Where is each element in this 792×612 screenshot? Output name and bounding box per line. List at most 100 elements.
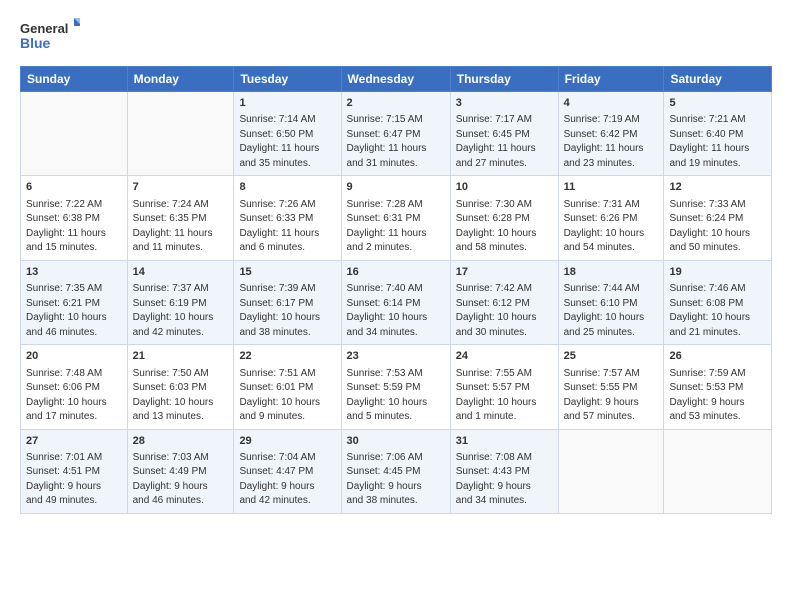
day-info: Sunrise: 7:35 AM Sunset: 6:21 PM Dayligh… (26, 282, 122, 340)
calendar-day-cell: 23Sunrise: 7:53 AM Sunset: 5:59 PM Dayli… (341, 345, 450, 429)
calendar-day-cell: 5Sunrise: 7:21 AM Sunset: 6:40 PM Daylig… (664, 92, 772, 176)
day-info: Sunrise: 7:33 AM Sunset: 6:24 PM Dayligh… (669, 198, 766, 256)
day-number: 22 (239, 349, 335, 364)
day-number: 31 (456, 434, 553, 449)
calendar-day-cell: 20 Sunrise: 7:48 AM Sunset: 6:06 PM Dayli… (21, 345, 128, 429)
day-number: 10 (456, 180, 553, 195)
day-number: 13 (26, 265, 122, 280)
calendar-day-cell (664, 429, 772, 513)
calendar-day-cell: 1 Sunrise: 7:14 AM Sunset: 6:50 PM Daylig… (234, 92, 341, 176)
weekday-header: Friday (558, 67, 664, 92)
day-info: Sunrise: 7:37 AM Sunset: 6:19 PM Dayligh… (133, 282, 229, 340)
day-number: 4 (564, 96, 659, 111)
day-number: 30 (347, 434, 445, 449)
day-info: Sunrise: 7:14 AM Sunset: 6:50 PM Dayligh… (239, 113, 335, 171)
day-info: Sunrise: 7:40 AM Sunset: 6:14 PM Dayligh… (347, 282, 445, 340)
calendar-day-cell: 26 Sunrise: 7:59 AM Sunset: 5:53 PM Dayli… (664, 345, 772, 429)
day-info: Sunrise: 7:30 AM Sunset: 6:28 PM Dayligh… (456, 198, 553, 256)
day-number: 25 (564, 349, 659, 364)
calendar-week-row: 6 Sunrise: 7:22 AM Sunset: 6:38 PM Daylig… (21, 176, 772, 260)
weekday-header: Saturday (664, 67, 772, 92)
calendar-day-cell: 21 Sunrise: 7:50 AM Sunset: 6:03 PM Dayli… (127, 345, 234, 429)
calendar-table: SundayMondayTuesdayWednesdayThursdayFrid… (20, 66, 772, 514)
calendar-day-cell: 7 Sunrise: 7:24 AM Sunset: 6:35 PM Daylig… (127, 176, 234, 260)
day-number: 17 (456, 265, 553, 280)
weekday-header: Thursday (450, 67, 558, 92)
day-info: Sunrise: 7:50 AM Sunset: 6:03 PM Dayligh… (133, 367, 229, 425)
calendar-day-cell: 3Sunrise: 7:17 AM Sunset: 6:45 PM Daylig… (450, 92, 558, 176)
day-number: 1 (239, 96, 335, 111)
day-info: Sunrise: 7:51 AM Sunset: 6:01 PM Dayligh… (239, 367, 335, 425)
day-number: 14 (133, 265, 229, 280)
day-info: Sunrise: 7:46 AM Sunset: 6:08 PM Dayligh… (669, 282, 766, 340)
day-info: Sunrise: 7:04 AM Sunset: 4:47 PM Dayligh… (239, 451, 335, 509)
day-info: Sunrise: 7:39 AM Sunset: 6:17 PM Dayligh… (239, 282, 335, 340)
day-info: Sunrise: 7:22 AM Sunset: 6:38 PM Dayligh… (26, 198, 122, 256)
calendar-day-cell: 22 Sunrise: 7:51 AM Sunset: 6:01 PM Dayli… (234, 345, 341, 429)
day-number: 16 (347, 265, 445, 280)
weekday-header-row: SundayMondayTuesdayWednesdayThursdayFrid… (21, 67, 772, 92)
calendar-day-cell: 29 Sunrise: 7:04 AM Sunset: 4:47 PM Dayli… (234, 429, 341, 513)
day-number: 15 (239, 265, 335, 280)
logo: General Blue (20, 16, 80, 56)
day-info: Sunrise: 7:57 AM Sunset: 5:55 PM Dayligh… (564, 367, 659, 425)
weekday-header: Wednesday (341, 67, 450, 92)
day-number: 29 (239, 434, 335, 449)
day-number: 24 (456, 349, 553, 364)
day-info: Sunrise: 7:31 AM Sunset: 6:26 PM Dayligh… (564, 198, 659, 256)
svg-text:Blue: Blue (20, 35, 51, 51)
calendar-day-cell: 6 Sunrise: 7:22 AM Sunset: 6:38 PM Daylig… (21, 176, 128, 260)
calendar-day-cell: 4 Sunrise: 7:19 AM Sunset: 6:42 PM Daylig… (558, 92, 664, 176)
day-number: 19 (669, 265, 766, 280)
calendar-day-cell: 12 Sunrise: 7:33 AM Sunset: 6:24 PM Dayli… (664, 176, 772, 260)
day-number: 21 (133, 349, 229, 364)
calendar-day-cell: 24 Sunrise: 7:55 AM Sunset: 5:57 PM Dayli… (450, 345, 558, 429)
calendar-day-cell (558, 429, 664, 513)
calendar-day-cell: 27 Sunrise: 7:01 AM Sunset: 4:51 PM Dayli… (21, 429, 128, 513)
calendar-day-cell: 13 Sunrise: 7:35 AM Sunset: 6:21 PM Dayli… (21, 260, 128, 344)
day-number: 7 (133, 180, 229, 195)
day-number: 6 (26, 180, 122, 195)
day-info: Sunrise: 7:55 AM Sunset: 5:57 PM Dayligh… (456, 367, 553, 425)
header: General Blue (20, 16, 772, 56)
day-info: Sunrise: 7:06 AM Sunset: 4:45 PM Dayligh… (347, 451, 445, 509)
weekday-header: Sunday (21, 67, 128, 92)
calendar-day-cell: 16 Sunrise: 7:40 AM Sunset: 6:14 PM Dayli… (341, 260, 450, 344)
page: General Blue SundayMondayTuesdayWednesda… (0, 0, 792, 612)
calendar-week-row: 13 Sunrise: 7:35 AM Sunset: 6:21 PM Dayli… (21, 260, 772, 344)
day-info: Sunrise: 7:28 AM Sunset: 6:31 PM Dayligh… (347, 198, 445, 256)
calendar-week-row: 1 Sunrise: 7:14 AM Sunset: 6:50 PM Daylig… (21, 92, 772, 176)
day-info: Sunrise: 7:03 AM Sunset: 4:49 PM Dayligh… (133, 451, 229, 509)
calendar-day-cell: 18Sunrise: 7:44 AM Sunset: 6:10 PM Dayli… (558, 260, 664, 344)
day-number: 5 (669, 96, 766, 111)
svg-text:General: General (20, 21, 68, 36)
calendar-day-cell: 8 Sunrise: 7:26 AM Sunset: 6:33 PM Daylig… (234, 176, 341, 260)
day-number: 20 (26, 349, 122, 364)
day-number: 12 (669, 180, 766, 195)
day-info: Sunrise: 7:26 AM Sunset: 6:33 PM Dayligh… (239, 198, 335, 256)
day-info: Sunrise: 7:48 AM Sunset: 6:06 PM Dayligh… (26, 367, 122, 425)
day-info: Sunrise: 7:24 AM Sunset: 6:35 PM Dayligh… (133, 198, 229, 256)
day-info: Sunrise: 7:19 AM Sunset: 6:42 PM Dayligh… (564, 113, 659, 171)
day-number: 27 (26, 434, 122, 449)
calendar-week-row: 27 Sunrise: 7:01 AM Sunset: 4:51 PM Dayli… (21, 429, 772, 513)
day-number: 9 (347, 180, 445, 195)
day-number: 11 (564, 180, 659, 195)
weekday-header: Tuesday (234, 67, 341, 92)
calendar-day-cell: 19 Sunrise: 7:46 AM Sunset: 6:08 PM Dayli… (664, 260, 772, 344)
day-info: Sunrise: 7:01 AM Sunset: 4:51 PM Dayligh… (26, 451, 122, 509)
day-info: Sunrise: 7:17 AM Sunset: 6:45 PM Dayligh… (456, 113, 553, 171)
calendar-day-cell: 11 Sunrise: 7:31 AM Sunset: 6:26 PM Dayli… (558, 176, 664, 260)
day-number: 26 (669, 349, 766, 364)
calendar-day-cell: 25 Sunrise: 7:57 AM Sunset: 5:55 PM Dayli… (558, 345, 664, 429)
calendar-day-cell: 14 Sunrise: 7:37 AM Sunset: 6:19 PM Dayli… (127, 260, 234, 344)
day-info: Sunrise: 7:53 AM Sunset: 5:59 PM Dayligh… (347, 367, 445, 425)
calendar-day-cell: 9 Sunrise: 7:28 AM Sunset: 6:31 PM Daylig… (341, 176, 450, 260)
day-info: Sunrise: 7:59 AM Sunset: 5:53 PM Dayligh… (669, 367, 766, 425)
calendar-day-cell: 15 Sunrise: 7:39 AM Sunset: 6:17 PM Dayli… (234, 260, 341, 344)
day-number: 28 (133, 434, 229, 449)
weekday-header: Monday (127, 67, 234, 92)
day-info: Sunrise: 7:44 AM Sunset: 6:10 PM Dayligh… (564, 282, 659, 340)
day-number: 8 (239, 180, 335, 195)
logo-svg: General Blue (20, 16, 80, 56)
